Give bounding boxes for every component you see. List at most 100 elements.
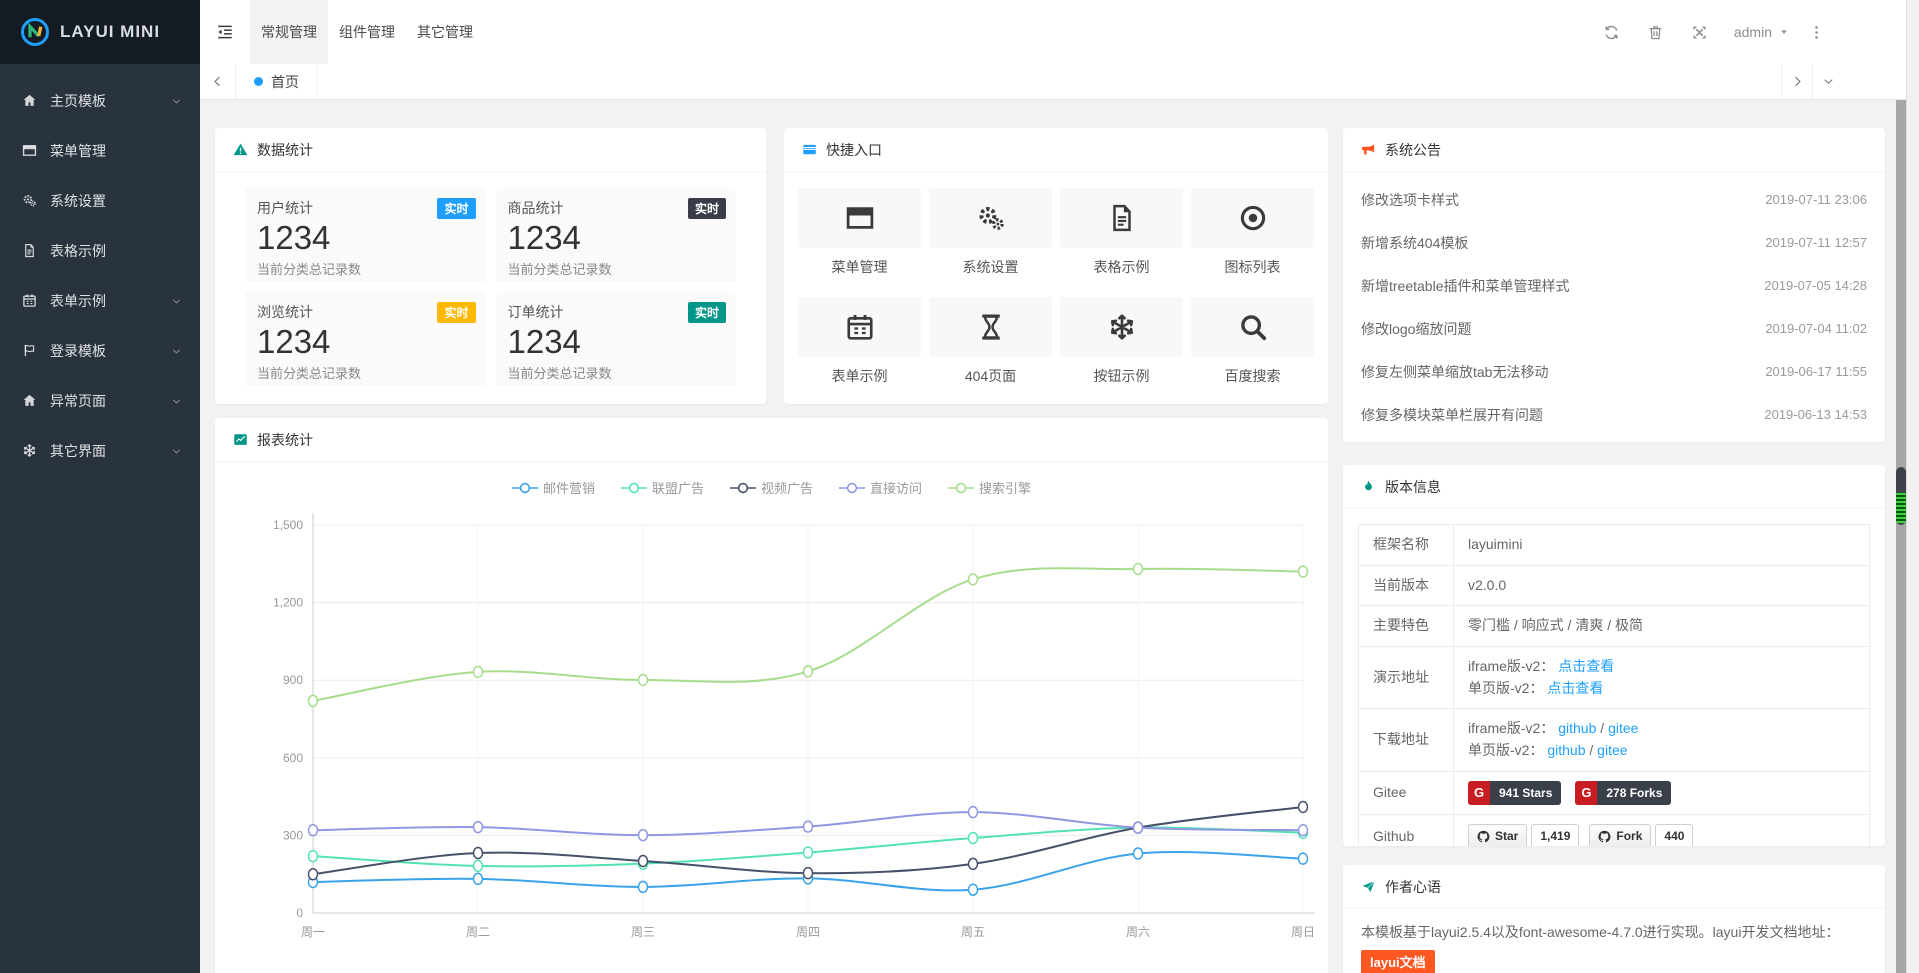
- notice-date: 2019-07-05 14:28: [1764, 278, 1867, 293]
- quick-entry-label: 图标列表: [1191, 257, 1314, 277]
- version-table: 框架名称layuimini当前版本v2.0.0主要特色零门槛 / 响应式 / 清…: [1358, 524, 1870, 846]
- quick-entry-0[interactable]: 菜单管理: [798, 188, 921, 277]
- layui-doc-badge[interactable]: layui文档: [1361, 950, 1435, 973]
- snowflake-icon: [22, 443, 37, 458]
- quick-entry-iconbox: [1191, 297, 1314, 357]
- logo[interactable]: LAYUI MINI: [0, 0, 200, 64]
- version-row-1: 当前版本v2.0.0: [1359, 565, 1870, 606]
- version-link[interactable]: gitee: [1608, 720, 1638, 736]
- sidebar-item-5[interactable]: 登录模板: [0, 326, 200, 376]
- sidebar-item-6[interactable]: 异常页面: [0, 376, 200, 426]
- notice-row-0[interactable]: 修改选项卡样式2019-07-11 23:06: [1361, 178, 1867, 221]
- tab-operations-button[interactable]: [1812, 64, 1843, 99]
- version-row-0: 框架名称layuimini: [1359, 525, 1870, 566]
- chevron-down-icon: [171, 96, 182, 107]
- quick-entry-label: 404页面: [929, 366, 1052, 386]
- page-scrollbar-track[interactable]: [1896, 100, 1906, 973]
- quick-entry-4[interactable]: 表单示例: [798, 297, 921, 386]
- gitee-badge-text: 278 Forks: [1597, 781, 1671, 806]
- github-star-button[interactable]: Star: [1468, 824, 1527, 846]
- legend-item-1[interactable]: 联盟广告: [621, 478, 704, 497]
- notice-row-1[interactable]: 新增系统404模板2019-07-11 12:57: [1361, 221, 1867, 264]
- sidebar-item-label: 其它界面: [50, 441, 106, 461]
- line-chart-icon: [233, 432, 248, 447]
- search-icon: [1238, 312, 1268, 342]
- gitee-badge[interactable]: G278 Forks: [1575, 781, 1671, 806]
- snowflake-icon: [1107, 312, 1137, 342]
- right-column: 系统公告 修改选项卡样式2019-07-11 23:06新增系统404模板201…: [1343, 128, 1885, 973]
- fullscreen-button[interactable]: [1678, 0, 1722, 64]
- sidebar-item-label: 登录模板: [50, 341, 106, 361]
- gitee-badge[interactable]: G941 Stars: [1468, 781, 1561, 806]
- quick-entry-3[interactable]: 图标列表: [1191, 188, 1314, 277]
- header-tab-2[interactable]: 其它管理: [406, 0, 484, 64]
- legend-item-2[interactable]: 视频广告: [730, 478, 813, 497]
- legend-swatch-icon: [948, 482, 974, 494]
- stat-value: 1234: [508, 220, 725, 256]
- tab-scroll-right-button[interactable]: [1781, 64, 1812, 99]
- notice-list: 修改选项卡样式2019-07-11 23:06新增系统404模板2019-07-…: [1343, 172, 1885, 442]
- quick-entry-2[interactable]: 表格示例: [1060, 188, 1183, 277]
- clear-cache-button[interactable]: [1634, 0, 1678, 64]
- version-link[interactable]: github: [1558, 720, 1596, 736]
- left-column: 数据统计 用户统计1234当前分类总记录数实时商品统计1234当前分类总记录数实…: [215, 128, 1328, 973]
- header-actions: admin: [1590, 0, 1831, 64]
- outdent-icon: [216, 23, 234, 41]
- notice-row-2[interactable]: 新增treetable插件和菜单管理样式2019-07-05 14:28: [1361, 264, 1867, 307]
- legend-item-0[interactable]: 邮件营销: [512, 478, 595, 497]
- stat-box-3: 订单统计1234当前分类总记录数实时: [496, 292, 737, 386]
- flag-icon: [22, 343, 37, 358]
- page-scrollbar-thumb[interactable]: [1896, 467, 1906, 525]
- fire-icon: [1361, 479, 1376, 494]
- stat-box-0: 用户统计1234当前分类总记录数实时: [245, 188, 486, 282]
- version-link[interactable]: github: [1547, 742, 1585, 758]
- refresh-button[interactable]: [1590, 0, 1634, 64]
- svg-text:300: 300: [283, 828, 303, 842]
- more-menu-button[interactable]: [1801, 0, 1831, 64]
- quick-entry-6[interactable]: 按钮示例: [1060, 297, 1183, 386]
- svg-text:周四: 周四: [796, 925, 820, 939]
- sidebar-item-0[interactable]: 主页模板: [0, 76, 200, 126]
- notice-row-5[interactable]: 修复多模块菜单栏展开有问题2019-06-13 14:53: [1361, 393, 1867, 436]
- svg-text:周三: 周三: [631, 925, 655, 939]
- sidebar-item-1[interactable]: 菜单管理: [0, 126, 200, 176]
- tab-home[interactable]: 首页: [236, 64, 318, 99]
- layui-logo-icon: [20, 17, 50, 47]
- header-tab-1[interactable]: 组件管理: [328, 0, 406, 64]
- quick-entry-1[interactable]: 系统设置: [929, 188, 1052, 277]
- browser-scrollbar-track[interactable]: [1906, 0, 1919, 973]
- file-icon: [22, 243, 37, 258]
- github-fork-button[interactable]: Fork: [1589, 824, 1651, 846]
- collapse-menu-button[interactable]: [200, 0, 250, 64]
- quick-entry-iconbox: [929, 188, 1052, 248]
- svg-text:周五: 周五: [961, 925, 985, 939]
- sidebar-item-3[interactable]: 表格示例: [0, 226, 200, 276]
- legend-item-3[interactable]: 直接访问: [839, 478, 922, 497]
- legend-item-4[interactable]: 搜索引擎: [948, 478, 1031, 497]
- notice-row-4[interactable]: 修复左侧菜单缩放tab无法移动2019-06-17 11:55: [1361, 350, 1867, 393]
- version-link[interactable]: 点击查看: [1558, 658, 1614, 674]
- sidebar-item-7[interactable]: 其它界面: [0, 426, 200, 476]
- quick-entry-5[interactable]: 404页面: [929, 297, 1052, 386]
- chevron-down-icon: [1822, 75, 1835, 88]
- sidebar-item-4[interactable]: 表单示例: [0, 276, 200, 326]
- sidebar-item-2[interactable]: 系统设置: [0, 176, 200, 226]
- user-menu[interactable]: admin: [1722, 24, 1801, 40]
- notice-card: 系统公告 修改选项卡样式2019-07-11 23:06新增系统404模板201…: [1343, 128, 1885, 442]
- tab-home-label: 首页: [271, 72, 299, 92]
- svg-text:周六: 周六: [1126, 925, 1150, 939]
- version-table-wrap: 框架名称layuimini当前版本v2.0.0主要特色零门槛 / 响应式 / 清…: [1343, 509, 1885, 846]
- quick-entry-7[interactable]: 百度搜索: [1191, 297, 1314, 386]
- quick-entry-label: 菜单管理: [798, 257, 921, 277]
- header-tab-0[interactable]: 常规管理: [250, 0, 328, 64]
- scrollbar-thumb-stripes: [1896, 493, 1906, 523]
- version-link[interactable]: gitee: [1597, 742, 1627, 758]
- notice-row-3[interactable]: 修改logo缩放问题2019-07-04 11:02: [1361, 307, 1867, 350]
- tab-scroll-left-button[interactable]: [200, 64, 236, 99]
- notice-text: 新增系统404模板: [1361, 233, 1468, 253]
- legend-swatch-icon: [621, 482, 647, 494]
- github-icon: [1598, 830, 1611, 843]
- version-link-line: iframe版-v2： 点击查看: [1468, 656, 1855, 678]
- notice-text: 修复左侧菜单缩放tab无法移动: [1361, 362, 1548, 382]
- version-link[interactable]: 点击查看: [1547, 680, 1603, 696]
